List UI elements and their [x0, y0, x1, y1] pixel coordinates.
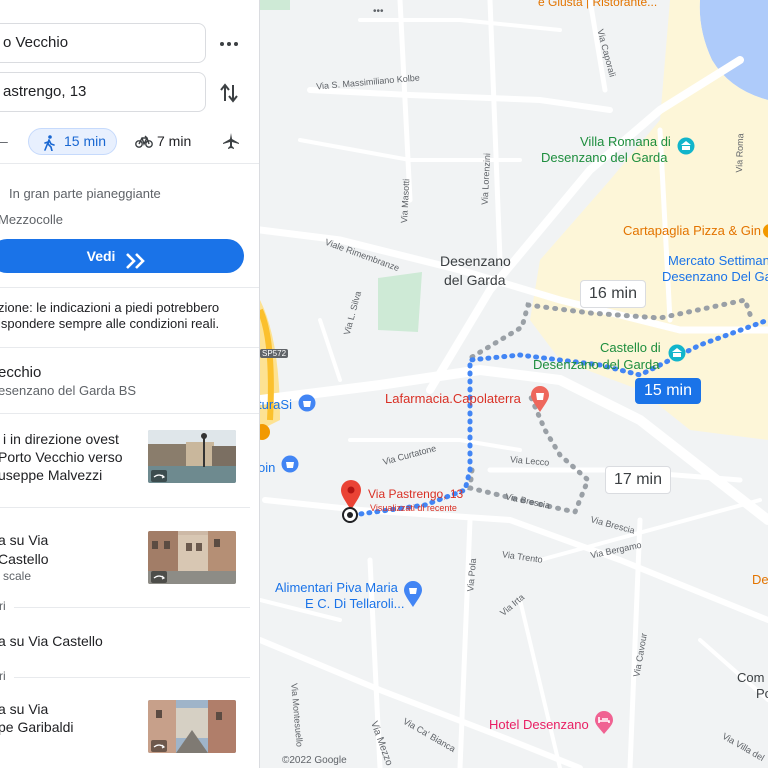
poi-label: Cartapaglia Pizza & Gin [623, 223, 762, 238]
divider [0, 163, 259, 164]
poi-label: Desenzano Del Ga [662, 269, 768, 284]
warning-line-2: ispondere sempre alle condizioni reali. [0, 316, 220, 331]
route-via: Mezzocolle [0, 212, 64, 227]
divider [14, 677, 250, 678]
divider [0, 287, 259, 288]
road-shield-sp572: SP572 [260, 349, 289, 358]
start-address: esenzano del Garda BS [0, 383, 137, 398]
divider [0, 413, 259, 414]
step-text: scale [3, 569, 32, 583]
map-copyright: ©2022 Google [282, 755, 347, 766]
walk-icon [42, 134, 56, 152]
museum-icon[interactable] [677, 137, 695, 155]
step-text: a su Via [0, 701, 49, 717]
street-view-icon [151, 570, 167, 583]
poi-label: Desenzano del Garda [541, 150, 668, 165]
step-text: useppe Malvezzi [0, 467, 103, 483]
shopping-icon[interactable] [298, 394, 316, 412]
warning-line-1: zione: le indicazioni a piedi potrebbero [0, 300, 220, 315]
route-time: 16 min [588, 285, 638, 302]
divider [0, 507, 250, 508]
directions-panel: o Vecchio astrengo, 13 – 15 min 7 min In… [0, 0, 260, 768]
step-text: a su Via Castello [0, 633, 103, 649]
bike-icon [135, 134, 153, 148]
map-canvas[interactable]: Via S. Massimiliano Kolbe Via Caporali V… [260, 0, 768, 768]
street-label: Via Roma [733, 133, 746, 173]
poi-label: Alimentari Piva Maria [275, 580, 398, 595]
town-label: Desenzano [440, 253, 511, 269]
flight-mode-button[interactable] [222, 132, 240, 150]
restaurant-icon[interactable] [763, 224, 768, 238]
swap-icon[interactable] [219, 82, 239, 104]
vedi-button[interactable]: Vedi [0, 239, 244, 273]
divider [0, 347, 259, 348]
castle-icon[interactable] [668, 344, 686, 362]
poi-label: Com [737, 670, 765, 685]
town-label: del Garda [444, 272, 506, 288]
step-text: Castello [0, 551, 49, 567]
food-icon[interactable] [260, 423, 270, 441]
poi-label: oin [260, 460, 276, 475]
distance-divider-label: ri [0, 669, 6, 683]
poi-label: e Giusta | Ristorante... [538, 0, 658, 9]
destination-label: Via Pastrengo, 13 [368, 487, 464, 501]
poi-label: Mercato Settiman [668, 253, 768, 268]
travel-mode-tabs: – 15 min 7 min [0, 128, 259, 156]
divider [14, 607, 250, 608]
grocery-pin-icon[interactable] [403, 580, 423, 608]
street-view-thumbnail[interactable] [148, 430, 236, 483]
poi-label: De [752, 572, 768, 587]
street-view-thumbnail[interactable] [148, 531, 236, 584]
route-time-badge[interactable]: 17 min [605, 466, 671, 494]
poi-label: Hotel Desenzano [489, 717, 589, 732]
route-start-marker-icon [342, 507, 358, 523]
terrain-info: In gran parte pianeggiante [9, 186, 161, 201]
poi-label: Po [756, 686, 768, 701]
bike-time: 7 min [157, 133, 192, 149]
park [378, 272, 422, 332]
street-view-icon [151, 469, 167, 482]
route-time: 15 min [643, 382, 693, 399]
park [260, 0, 290, 10]
poi-label: Villa Romana di [580, 134, 671, 149]
distance-divider-label: ri [0, 599, 6, 613]
more-icon: ••• [373, 6, 384, 17]
bike-mode-button[interactable]: 7 min [135, 128, 195, 155]
destination-sub: Visualizzati di recente [370, 503, 457, 513]
step-item[interactable]: a su Via Castello [0, 620, 259, 660]
street-view-icon [151, 739, 167, 752]
vedi-label: Vedi [86, 248, 116, 264]
poi-label: Desenzano del Garda [533, 357, 660, 372]
route-time-badge[interactable]: 16 min [580, 280, 646, 308]
origin-input[interactable]: o Vecchio [0, 23, 206, 63]
shopping-icon[interactable] [281, 455, 299, 473]
step-text: Porto Vecchio verso [0, 449, 123, 465]
step-text: i in direzione ovest [3, 431, 119, 447]
poi-label: Castello di [600, 340, 661, 355]
route-time: 17 min [613, 471, 663, 488]
hotel-icon[interactable] [594, 711, 614, 735]
step-item[interactable]: a su Via pe Garibaldi [0, 690, 259, 765]
more-options-icon[interactable] [219, 34, 239, 54]
destination-input[interactable]: astrengo, 13 [0, 72, 206, 112]
street-view-thumbnail[interactable] [148, 700, 236, 753]
walk-mode-button[interactable]: 15 min [28, 128, 117, 155]
alt-route-17min [467, 392, 591, 515]
poi-label: turaSi [260, 397, 292, 412]
walk-time: 15 min [64, 133, 107, 149]
step-text: pe Garibaldi [0, 719, 74, 735]
poi-label: E C. Di Tellaroli... [305, 596, 405, 611]
step-item[interactable]: i in direzione ovest Porto Vecchio verso… [0, 420, 259, 495]
airplane-icon [223, 133, 239, 149]
poi-label: Lafarmacia.Capolaterra [385, 391, 521, 406]
double-chevron-right-icon [125, 248, 147, 270]
start-name: ecchio [0, 364, 42, 381]
step-item[interactable]: a su Via Castello scale [0, 520, 259, 595]
pharmacy-pin-icon[interactable] [530, 385, 550, 413]
route-time-badge-selected[interactable]: 15 min [635, 378, 701, 404]
step-text: a su Via [0, 532, 49, 548]
mode-dash: – [0, 133, 8, 149]
